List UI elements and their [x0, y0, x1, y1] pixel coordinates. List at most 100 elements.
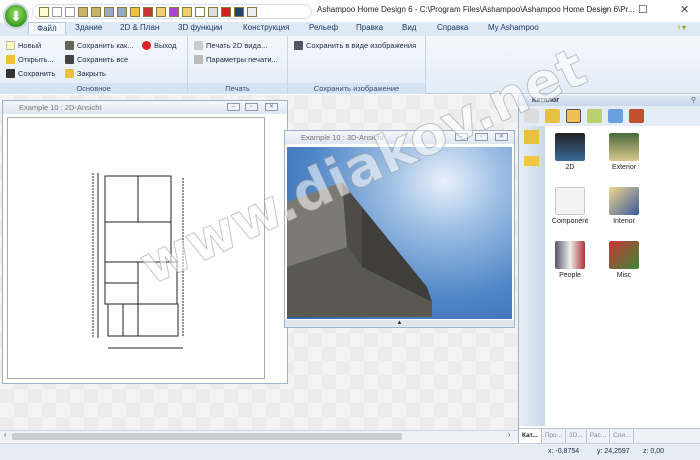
- tab-catalog[interactable]: Кат...: [519, 429, 542, 443]
- exit-button[interactable]: Выход: [142, 41, 176, 50]
- catalog-item-2d[interactable]: 2D: [545, 133, 595, 171]
- misc-thumbnail: [609, 241, 639, 269]
- tab-terrain[interactable]: Рельеф: [309, 23, 338, 32]
- minimize-button[interactable]: –: [602, 3, 608, 15]
- snap-icon[interactable]: [182, 6, 192, 17]
- tab-building[interactable]: Здание: [75, 23, 102, 32]
- ribbon-tabs: Файл Здание 2D & План 3D функции Констру…: [0, 22, 700, 36]
- save-button[interactable]: Сохранить: [6, 69, 55, 78]
- wall-icon[interactable]: [169, 6, 179, 17]
- minimize-button[interactable]: –: [455, 133, 468, 141]
- paste-icon[interactable]: [247, 6, 257, 17]
- quick-access-toolbar: [32, 4, 312, 19]
- component-thumbnail: [555, 187, 585, 215]
- tab-help[interactable]: Справка: [437, 23, 468, 32]
- 3d-viewport[interactable]: [287, 147, 512, 319]
- group-print: Печать 2D вида... Параметры печати... Пе…: [188, 36, 288, 94]
- tab-3d[interactable]: 3D...: [566, 429, 587, 443]
- pin-icon[interactable]: ⚲: [691, 95, 696, 106]
- tab-3d-functions[interactable]: 3D функции: [178, 23, 222, 32]
- copy-icon[interactable]: [208, 6, 218, 17]
- group-label: Сохранить изображение: [288, 83, 425, 94]
- exterior-thumbnail: [609, 133, 639, 161]
- objects-folder-icon[interactable]: [566, 109, 581, 123]
- close-button[interactable]: ✕: [495, 133, 508, 141]
- window-3d-view[interactable]: Example 10 : 3D-Ansicht – ▫ ✕ ▲: [284, 130, 515, 328]
- tab-list[interactable]: Спи...: [610, 429, 635, 443]
- app-menu-button[interactable]: ⬇: [3, 3, 29, 29]
- close-button[interactable]: ✕: [265, 103, 278, 111]
- workspace: Example 10 : 2D-Ansicht – ▫ ✕ Example 10…: [0, 95, 518, 430]
- 3d-view-icon[interactable]: [91, 6, 101, 17]
- restore-button[interactable]: ▫: [475, 133, 488, 141]
- print-2d-button[interactable]: Печать 2D вида...: [194, 41, 267, 50]
- 2d-thumbnail: [555, 133, 585, 161]
- tab-construction[interactable]: Конструкция: [243, 23, 289, 32]
- scroll-right-icon[interactable]: ›: [508, 432, 510, 439]
- printer-icon: [194, 41, 203, 50]
- print-settings-button[interactable]: Параметры печати...: [194, 55, 278, 64]
- 2d-view-icon[interactable]: [78, 6, 88, 17]
- split-h-icon[interactable]: [104, 6, 114, 17]
- folder-icon[interactable]: [524, 156, 539, 166]
- materials-folder-icon[interactable]: [587, 109, 602, 123]
- floor-plan-canvas[interactable]: [7, 117, 265, 379]
- redo-icon[interactable]: [65, 6, 75, 17]
- group-label: Основное: [0, 83, 187, 94]
- home-icon[interactable]: [524, 109, 539, 123]
- catalog-item-component[interactable]: Component: [545, 187, 595, 225]
- split-v-icon[interactable]: [117, 6, 127, 17]
- save-as-image-button[interactable]: Сохранить в виде изображения: [294, 41, 416, 50]
- horizontal-scrollbar[interactable]: ‹ ›: [0, 430, 518, 442]
- 3d-scroll-handle[interactable]: ▲: [285, 320, 514, 327]
- tab-project[interactable]: Про...: [542, 429, 567, 443]
- catalog-toolbar: [519, 106, 700, 126]
- catalog-sidebar: [519, 126, 545, 426]
- folder-icon[interactable]: [545, 109, 560, 123]
- window-2d-title: Example 10 : 2D-Ansicht – ▫ ✕: [3, 101, 287, 114]
- catalog-item-interior[interactable]: Interior: [599, 187, 649, 225]
- catalog-item-exterior[interactable]: Exterior: [599, 133, 649, 171]
- window-2d-view[interactable]: Example 10 : 2D-Ansicht – ▫ ✕: [2, 100, 288, 384]
- save-as-button[interactable]: Сохранить как...: [65, 41, 134, 50]
- people-thumbnail: [555, 241, 585, 269]
- restore-button[interactable]: ▫: [245, 103, 258, 111]
- window-title: Ashampoo Home Design 6 - C:\Program File…: [317, 5, 635, 14]
- favorites-folder-icon[interactable]: [629, 109, 644, 123]
- tab-file[interactable]: Файл: [28, 22, 66, 34]
- undo-icon[interactable]: [52, 6, 62, 17]
- maximize-button[interactable]: ☐: [638, 3, 648, 16]
- save-icon: [6, 69, 15, 78]
- pointer-icon[interactable]: [195, 6, 205, 17]
- scroll-thumb[interactable]: [12, 433, 402, 440]
- catalog-item-people[interactable]: People: [545, 241, 595, 279]
- tab-calculation[interactable]: Рас...: [587, 429, 611, 443]
- close-file-button[interactable]: Закрыть: [65, 69, 106, 78]
- tab-edit[interactable]: Правка: [356, 23, 383, 32]
- tab-my-ashampoo[interactable]: My Ashampoo: [488, 23, 539, 32]
- save-all-button[interactable]: Сохранить все: [65, 55, 128, 64]
- open-button[interactable]: Открыть...: [6, 55, 54, 64]
- grid-icon[interactable]: [130, 6, 140, 17]
- help-pin-icon[interactable]: ♀▾: [676, 23, 686, 32]
- select-icon[interactable]: [156, 6, 166, 17]
- scroll-left-icon[interactable]: ‹: [4, 432, 6, 439]
- folder-icon[interactable]: [524, 130, 539, 144]
- print-settings-icon: [194, 55, 203, 64]
- tab-view[interactable]: Вид: [402, 23, 416, 32]
- minimize-button[interactable]: –: [227, 103, 240, 111]
- image-save-icon: [294, 41, 303, 50]
- floor-plan-drawing: [92, 173, 184, 349]
- coord-z: z: 0,00: [643, 448, 665, 455]
- catalog-item-misc[interactable]: Misc: [599, 241, 649, 279]
- close-button[interactable]: ✕: [680, 3, 689, 16]
- save-as-icon: [65, 41, 74, 50]
- catalog-header: Каталог ⚲: [519, 95, 700, 106]
- paint-icon[interactable]: [221, 6, 231, 17]
- new-icon[interactable]: [39, 6, 49, 17]
- new-button[interactable]: Новый: [6, 41, 41, 50]
- pen-icon[interactable]: [234, 6, 244, 17]
- globe-folder-icon[interactable]: [608, 109, 623, 123]
- tab-2d-plan[interactable]: 2D & План: [120, 23, 159, 32]
- magnet-icon[interactable]: [143, 6, 153, 17]
